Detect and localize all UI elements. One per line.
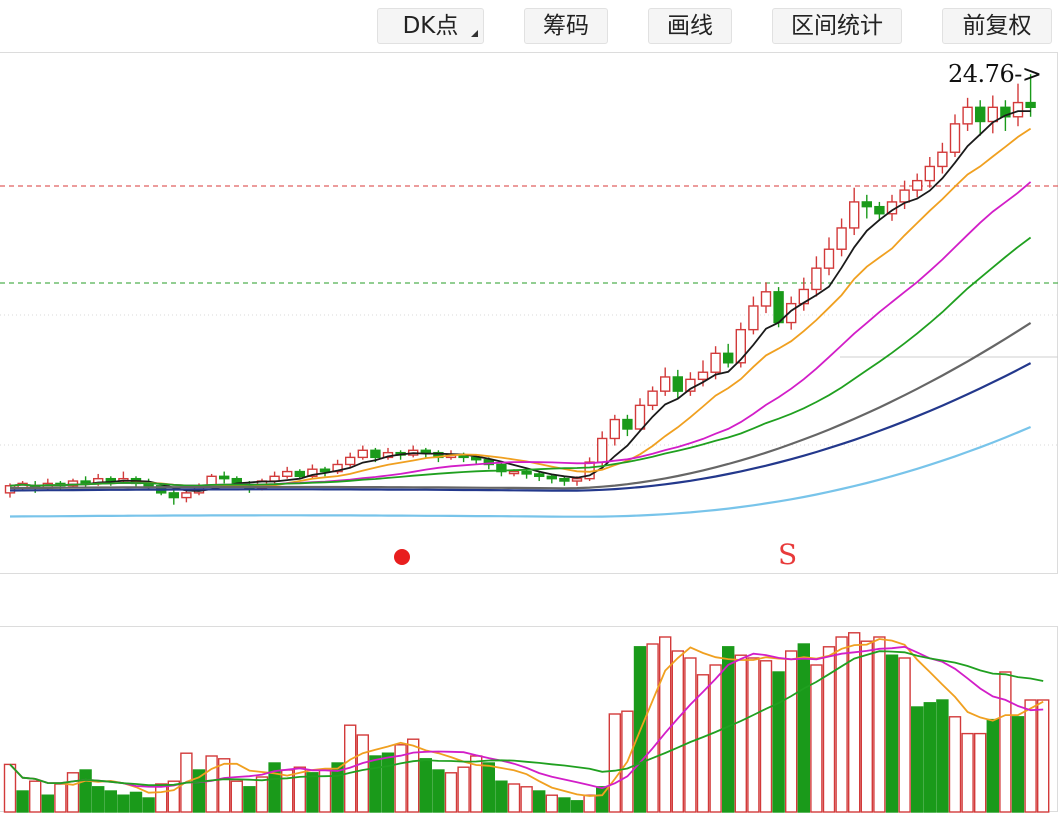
- volume-bar: [255, 776, 269, 813]
- buy-signal-dot: [394, 549, 410, 565]
- volume-bar: [154, 783, 168, 813]
- volume-chart[interactable]: [0, 0, 1060, 814]
- volume-bar: [104, 790, 118, 813]
- volume-bar: [986, 718, 999, 813]
- volume-bar: [1011, 716, 1025, 813]
- volume-bar: [646, 643, 659, 813]
- volume-bar: [142, 797, 155, 813]
- volume-bar: [54, 783, 67, 813]
- volume-bar: [974, 732, 987, 813]
- volume-bar: [457, 766, 470, 813]
- volume-bar: [533, 790, 546, 813]
- volume-bar: [608, 713, 621, 813]
- volume-bar: [772, 671, 785, 813]
- volume-bar: [898, 657, 911, 813]
- volume-bar: [306, 772, 319, 813]
- volume-bar: [495, 780, 508, 813]
- volume-bar: [671, 650, 684, 813]
- volume-bar: [797, 643, 810, 813]
- volume-bar: [570, 800, 584, 813]
- volume-bar: [709, 664, 722, 813]
- volume-bar: [356, 734, 369, 813]
- volume-bar: [29, 780, 42, 813]
- volume-bar: [369, 755, 382, 813]
- volume-bar: [810, 664, 823, 813]
- volume-bar: [41, 794, 54, 813]
- latest-price-label: 24.76->: [948, 60, 1042, 88]
- volume-bar: [999, 671, 1012, 813]
- volume-bar: [66, 772, 80, 813]
- volume-bar: [444, 772, 458, 813]
- volume-bar: [432, 769, 445, 813]
- volume-bar: [734, 654, 747, 813]
- volume-bar: [205, 755, 218, 813]
- volume-bar: [684, 657, 697, 813]
- volume-bar: [482, 762, 495, 813]
- volume-bar: [3, 763, 17, 813]
- volume-bar: [747, 657, 760, 813]
- volume-bar: [911, 706, 924, 813]
- volume-bar: [129, 791, 143, 813]
- volume-bar: [243, 786, 256, 813]
- volume-bar: [923, 702, 936, 813]
- volume-bar: [659, 636, 672, 813]
- volume-bar: [79, 769, 92, 813]
- volume-bar: [117, 794, 130, 813]
- volume-bar: [381, 752, 395, 813]
- volume-bar: [848, 632, 861, 813]
- volume-bar: [759, 660, 773, 813]
- volume-bar: [860, 640, 873, 813]
- volume-bar: [558, 797, 571, 813]
- volume-bar: [419, 758, 432, 813]
- volume-bar: [885, 654, 899, 813]
- volume-bar: [217, 758, 231, 813]
- volume-bar: [16, 790, 29, 813]
- volume-bar: [583, 794, 596, 813]
- volume-bar: [722, 646, 735, 813]
- volume-bar: [545, 794, 558, 813]
- volume-bar: [936, 699, 949, 813]
- volume-bar: [948, 716, 962, 813]
- volume-bar: [407, 738, 420, 813]
- sell-signal-marker: S: [778, 538, 798, 571]
- volume-bar: [507, 783, 521, 813]
- volume-bar: [1036, 699, 1050, 813]
- volume-bar: [1024, 699, 1037, 813]
- volume-bar: [520, 786, 533, 813]
- volume-bar: [230, 780, 244, 813]
- volume-bar: [785, 650, 798, 813]
- volume-bar: [91, 786, 105, 813]
- volume-bar: [961, 732, 974, 813]
- volume-bar: [873, 636, 886, 813]
